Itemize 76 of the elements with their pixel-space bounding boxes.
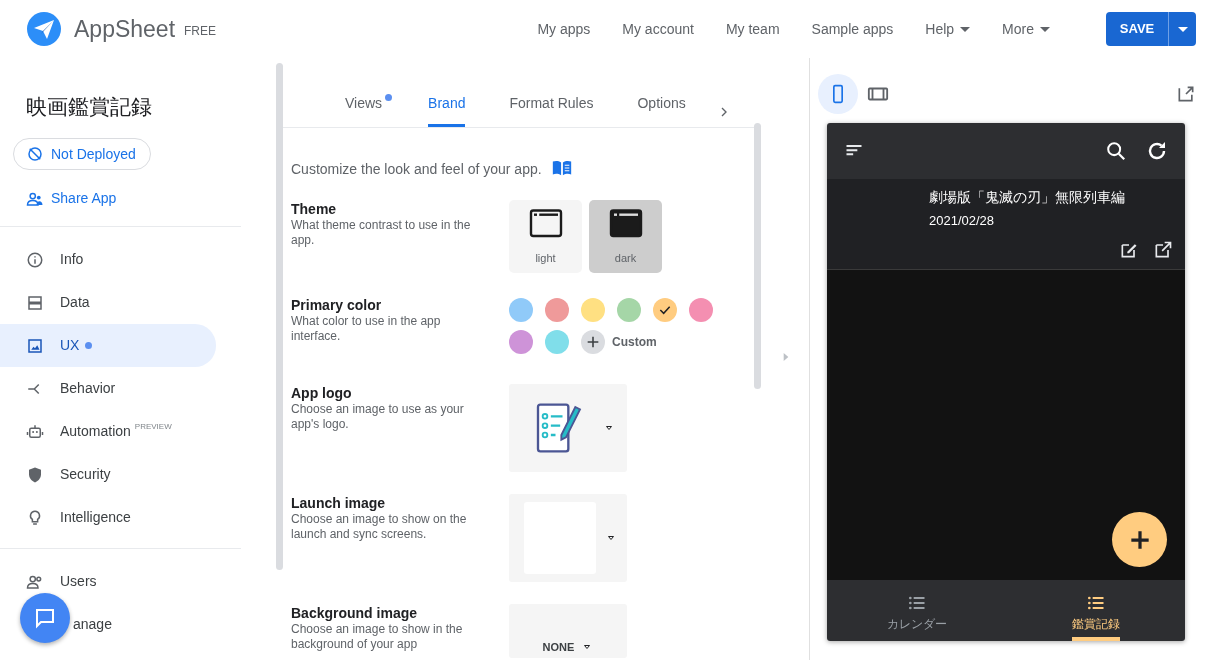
tab[interactable]: Format Rules [509,93,594,127]
setting-description: Choose an image to use as your app's logo. [291,402,465,432]
save-button[interactable]: SAVE [1106,12,1168,46]
setting-description: Choose an image to show on the launch and sync screens. [291,512,468,542]
shield-icon [26,465,44,484]
open-external-icon[interactable] [1153,239,1173,260]
image-icon [26,336,44,355]
sidebar-item[interactable]: Intelligence [0,496,216,539]
color-swatch[interactable] [653,298,677,322]
sidebar-item[interactable]: Automation PREVIEW [0,410,216,453]
scrollbar[interactable] [276,63,283,570]
setting-title: Launch image [291,494,387,512]
caret-icon [1040,26,1050,32]
device-toggle[interactable] [818,74,858,114]
caret-icon [1177,26,1188,32]
theme-option[interactable]: light [509,200,582,273]
tab[interactable]: Views [345,93,393,127]
setting-description: Choose an image to show in the background of your app [291,622,464,652]
color-swatch[interactable] [545,298,569,322]
color-swatch[interactable] [617,298,641,322]
app-title: 映画鑑賞記録 [25,94,153,120]
scrollbar[interactable] [754,123,761,389]
setting-title: Background image [291,604,419,622]
nav-link[interactable]: More [1002,18,1050,40]
color-swatch[interactable] [545,330,569,354]
custom-color-button[interactable]: Custom [581,330,657,354]
brand-name: AppSheet [74,14,176,44]
robot-icon [26,422,44,441]
color-swatch[interactable] [509,330,533,354]
setting-title: App logo [291,384,353,402]
chat-button[interactable] [20,593,70,643]
sidebar-item[interactable]: Security [0,453,216,496]
setting-title: Primary color [291,296,383,314]
nav-link[interactable]: My team [725,18,780,40]
search-icon[interactable] [1105,140,1127,162]
nav-link[interactable]: My account [622,18,694,40]
color-swatch[interactable] [689,298,713,322]
color-swatch[interactable] [509,298,533,322]
image-picker[interactable] [509,384,627,472]
color-swatch[interactable] [581,298,605,322]
share-link[interactable]: Share App [26,188,241,209]
tab[interactable]: Brand [428,93,466,127]
chat-icon [33,606,57,630]
bottom-nav-tab[interactable]: 鑑賞記録 [1006,580,1185,641]
deploy-status-button[interactable]: Not Deployed [13,138,151,170]
record-title: 劇場版「鬼滅の刃」無限列車編 [929,188,1126,207]
setting-description: What color to use in the app interface. [291,314,442,344]
tab[interactable]: Options [637,93,686,127]
setting-title: Theme [291,200,338,218]
not-deployed-icon [26,145,44,163]
caret-icon [960,26,971,32]
sidebar-item[interactable]: Behavior [0,367,216,410]
nav-link[interactable]: Help [925,18,971,40]
sidebar-item[interactable]: anage [0,603,216,646]
sidebar-item[interactable]: Users [0,560,216,603]
storage-icon [26,293,44,312]
save-menu-button[interactable] [1168,12,1196,46]
plus-icon [585,334,601,350]
nav-link[interactable]: Sample apps [811,18,894,40]
nav-link[interactable]: My apps [537,18,591,40]
sidebar-item[interactable]: Data [0,281,216,324]
logo-icon [27,12,61,46]
add-button[interactable] [1112,512,1167,567]
record-card[interactable]: 劇場版「鬼滅の刃」無限列車編 2021/02/28 [827,179,1185,270]
image-picker[interactable]: NONE [509,604,627,658]
preview-tag: PREVIEW [134,420,172,433]
bottom-nav-tab[interactable]: カレンダー [827,580,1006,641]
sidebar-item[interactable]: UX [0,324,216,367]
plan-label: FREE [184,23,217,40]
sidebar-item[interactable]: Info [0,238,216,281]
record-date: 2021/02/28 [929,212,996,230]
open-external-icon[interactable] [1176,84,1196,104]
info-icon [26,250,44,269]
theme-option[interactable]: dark [589,200,662,273]
intro-text: Customize the look and feel of your app. [291,160,542,179]
setting-description: What theme contrast to use in the app. [291,218,472,248]
